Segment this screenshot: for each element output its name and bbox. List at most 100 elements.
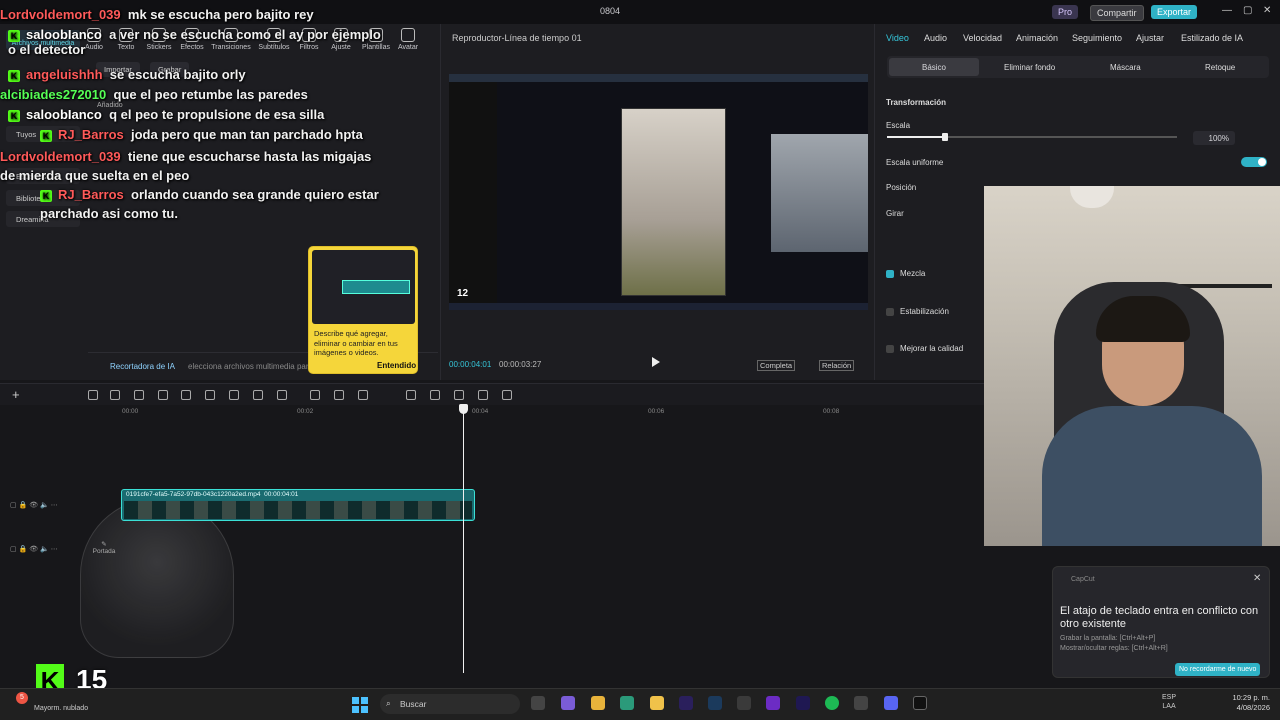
preview-browser-bar (449, 74, 868, 82)
close-icon[interactable]: ✕ (1263, 5, 1271, 16)
play-icon[interactable] (652, 357, 660, 367)
subtab-mask[interactable]: Máscara (1110, 63, 1141, 72)
app-icon[interactable] (737, 696, 751, 710)
system-clock[interactable]: 10:29 p. m. 4/08/2026 (1226, 693, 1270, 713)
share-button[interactable]: Compartir (1090, 5, 1144, 21)
chat-text: q el peo te propulsione de esa silla (109, 107, 325, 122)
pro-button[interactable]: Pro (1052, 5, 1079, 19)
enhance-option[interactable]: Mejorar la calidad (886, 344, 963, 353)
kick-badge-icon: K (8, 109, 20, 122)
chat-user: saloobIanco (26, 27, 102, 42)
avatar-icon (401, 28, 415, 42)
player-panel: Reproductor-Línea de tiempo 01 12 00:00:… (440, 24, 874, 380)
stabilize-label: Estabilización (900, 307, 949, 316)
dont-remind-button[interactable]: No recordarme de nuevo (1175, 663, 1261, 676)
blend-label: Mezcla (900, 269, 926, 278)
tip-ok-button[interactable]: Entendido (377, 361, 416, 370)
tip-preview-clip (342, 280, 410, 294)
maximize-icon[interactable]: ▢ (1243, 5, 1252, 16)
undo-icon[interactable] (88, 390, 98, 400)
chat-message: KsaloobIanco a ver no se escucha como el… (8, 27, 388, 57)
chrome-icon[interactable] (591, 696, 605, 710)
taskbar-search[interactable]: ⌕ Buscar (380, 694, 520, 714)
file-explorer-icon[interactable] (650, 696, 664, 710)
split-icon[interactable] (134, 390, 144, 400)
discord-icon[interactable] (884, 696, 898, 710)
windows-start-icon[interactable] (352, 697, 368, 713)
weather-widget[interactable]: Mayorm. nublado (34, 705, 88, 712)
tab-speed[interactable]: Velocidad (963, 33, 1002, 43)
track-controls-overlay[interactable]: ▢ 🔒 👁 🔈 ⋯ (10, 545, 58, 553)
ai-recorder-label[interactable]: Recortadora de IA (110, 362, 175, 371)
stabilize-checkbox[interactable] (886, 307, 894, 316)
enhance-checkbox[interactable] (886, 344, 894, 353)
kick-badge-icon: K (8, 29, 20, 42)
timeline-toolbar (0, 383, 984, 405)
steam-icon[interactable] (708, 696, 722, 710)
tab-video[interactable]: Video (886, 33, 909, 43)
app-icon[interactable] (766, 696, 780, 710)
premiere-icon[interactable] (679, 696, 693, 710)
copilot-icon[interactable] (561, 696, 575, 710)
redo-icon[interactable] (110, 390, 120, 400)
crop-icon[interactable] (253, 390, 263, 400)
chat-text: mk se escucha pero bajito rey (127, 7, 314, 22)
track-controls-video[interactable]: ▢ 🔒 👁 🔈 ⋯ (10, 501, 58, 509)
tab-avatar[interactable]: Avatar (388, 28, 428, 51)
marker-icon[interactable] (229, 390, 239, 400)
toast-app-name: CapCut (1071, 576, 1095, 583)
subtab-basic[interactable]: Básico (889, 58, 979, 76)
add-track-icon[interactable]: + (12, 387, 20, 402)
ai-edit-icon[interactable] (406, 390, 416, 400)
obs-icon[interactable] (854, 696, 868, 710)
tab-animation[interactable]: Animación (1016, 33, 1058, 43)
kick-badge-icon: K (40, 129, 52, 142)
effects-tool-icon[interactable] (430, 390, 440, 400)
uniform-scale-toggle[interactable] (1241, 157, 1267, 167)
subtab-retouch[interactable]: Retoque (1205, 63, 1235, 72)
chat-user: angeluishhh (26, 67, 103, 82)
speed-curve-icon[interactable] (358, 390, 368, 400)
subtab-remove-bg[interactable]: Eliminar fondo (1004, 63, 1055, 72)
split-right-icon[interactable] (181, 390, 191, 400)
windows-taskbar (0, 688, 1280, 720)
scale-value-input[interactable]: 100% (1193, 131, 1235, 145)
audio-wave-icon[interactable] (502, 390, 512, 400)
input-language[interactable]: ESP LAA (1162, 693, 1176, 711)
aspect-ratio-button[interactable]: Relación (819, 360, 855, 371)
window-title: 0804 (600, 6, 621, 16)
task-view-icon[interactable] (531, 696, 545, 710)
capcut-icon[interactable] (913, 696, 927, 710)
caption-icon[interactable] (454, 390, 464, 400)
blend-checkbox[interactable] (886, 269, 894, 278)
full-quality-button[interactable]: Completa (757, 360, 796, 371)
spotify-icon[interactable] (825, 696, 839, 710)
search-icon: ⌕ (386, 698, 391, 708)
tab-tracking[interactable]: Seguimiento (1072, 33, 1122, 43)
cover-button[interactable]: ✎ Portada (92, 540, 116, 555)
blend-option[interactable]: Mezcla (886, 269, 925, 278)
tab-inspector-audio[interactable]: Audio (924, 33, 947, 43)
freeze-icon[interactable] (277, 390, 287, 400)
export-button[interactable]: Exportar (1151, 5, 1198, 19)
minimize-icon[interactable]: — (1222, 5, 1232, 16)
tab-fit[interactable]: Ajustar (1136, 33, 1164, 43)
auto-reframe-icon[interactable] (310, 390, 320, 400)
edge-icon[interactable] (620, 696, 634, 710)
scale-slider-handle[interactable] (942, 133, 948, 141)
timeline-tick: 00:02 (297, 408, 314, 415)
split-left-icon[interactable] (158, 390, 168, 400)
tab-ai-style[interactable]: Estilizado de IA (1181, 33, 1243, 43)
mirror-icon[interactable] (334, 390, 344, 400)
playhead[interactable] (463, 405, 464, 673)
scale-slider[interactable] (887, 133, 1177, 141)
transform-section-title[interactable]: Transformación (886, 98, 946, 107)
export-frame-icon[interactable] (478, 390, 488, 400)
stabilize-option[interactable]: Estabilización (886, 307, 949, 316)
delete-icon[interactable] (205, 390, 215, 400)
video-clip[interactable]: 0191cfe7-efa5-7a52-97db-043c1220a2ed.mp4… (121, 489, 475, 521)
toast-close-icon[interactable]: ✕ (1253, 573, 1261, 584)
video-preview[interactable]: 12 (449, 74, 868, 310)
ai-recorder-input[interactable]: elecciona archivos multimedia para (188, 362, 313, 371)
audition-icon[interactable] (796, 696, 810, 710)
